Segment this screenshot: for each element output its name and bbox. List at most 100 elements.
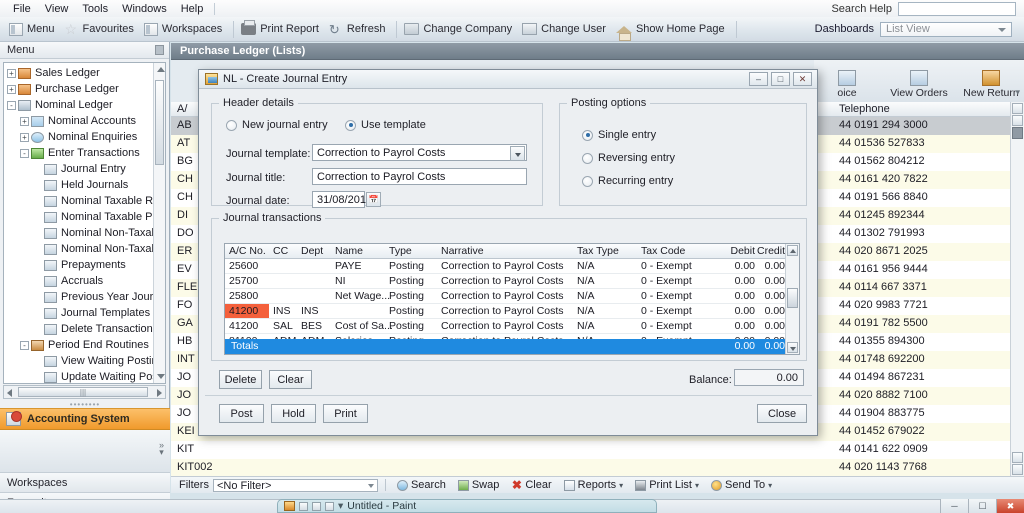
filter-action-print-list[interactable]: Print List ▾ (631, 479, 703, 491)
menu-item-windows[interactable]: Windows (115, 2, 174, 16)
expand-icon[interactable]: + (20, 116, 29, 126)
undo-icon[interactable] (312, 501, 321, 511)
filter-action-clear[interactable]: ✖ Clear (507, 479, 555, 492)
tree-item[interactable]: + Sales Ledger (4, 65, 156, 81)
filter-action-swap[interactable]: Swap (454, 479, 504, 491)
menu-item-tools[interactable]: Tools (75, 2, 115, 16)
column-header-taxcode[interactable]: Tax Code (641, 245, 685, 257)
filter-action-search[interactable]: Search (393, 479, 450, 491)
column-header-credit[interactable]: Credit (723, 245, 785, 257)
toolbar-favourites-button[interactable]: ☆ Favourites (62, 22, 141, 37)
journal-date-input[interactable]: 31/08/2010 (312, 191, 372, 208)
tree-item[interactable]: + Purchase Ledger (4, 81, 156, 97)
table-row[interactable]: KIT 44 0141 622 0909 (171, 441, 1024, 459)
scroll-thumb[interactable] (787, 288, 798, 308)
redo-icon[interactable] (325, 501, 334, 511)
scroll-down-icon[interactable] (1012, 464, 1023, 475)
tree-item[interactable]: Accruals (4, 273, 156, 289)
toolbar-print-report-button[interactable]: Print Report (238, 20, 326, 36)
journal-row[interactable]: 25600 PAYE Posting Correction to Payrol Cos… (225, 259, 799, 274)
toolbar-change-user-button[interactable]: Change User (519, 22, 613, 36)
tree-item[interactable]: Held Journals (4, 177, 156, 193)
toolbar-refresh-button[interactable]: ↻ Refresh (326, 22, 393, 37)
chevron-expand-icon[interactable]: » ▾ (159, 441, 164, 457)
tree-item[interactable]: + Nominal Enquiries (4, 129, 156, 145)
scroll-up-icon[interactable] (1012, 103, 1023, 114)
scroll-left-icon[interactable] (7, 389, 12, 397)
radio-reversing-entry[interactable]: Reversing entry (582, 152, 675, 164)
column-header-taxtype[interactable]: Tax Type (577, 245, 619, 257)
restore-button-bottom[interactable]: ☐ (968, 499, 996, 513)
post-button[interactable]: Post (219, 404, 264, 423)
close-button-bottom[interactable]: ✖ (996, 499, 1024, 513)
collapse-icon[interactable]: - (20, 340, 29, 350)
sidebar-item-workspaces[interactable]: Workspaces (0, 472, 170, 492)
column-header-acno[interactable]: A/C No. (229, 245, 266, 257)
dashboards-select[interactable]: List View (880, 21, 1012, 37)
radio-use-template[interactable]: Use template (345, 119, 426, 131)
pin-icon[interactable] (155, 45, 164, 55)
scroll-down-icon[interactable] (787, 342, 798, 353)
sidebar-item-accounting-system[interactable]: Accounting System (0, 408, 170, 430)
navigation-tree[interactable]: + Sales Ledger + Purchase Ledger - Nominal Le… (3, 62, 166, 384)
journal-row[interactable]: 25700 NI Posting Correction to Payrol Costs… (225, 274, 799, 289)
dialog-close-button[interactable]: Close (757, 404, 807, 423)
tree-item[interactable]: Delete Transactions and (4, 321, 165, 337)
hold-button[interactable]: Hold (271, 404, 316, 423)
filter-action-reports[interactable]: Reports ▾ (560, 479, 628, 491)
tree-horizontal-scrollbar[interactable]: ||| (3, 385, 166, 399)
column-header-name[interactable]: Name (335, 245, 363, 257)
toolbar-menu-button[interactable]: Menu (6, 22, 62, 37)
dialog-titlebar[interactable]: NL - Create Journal Entry – □ ✕ (199, 70, 817, 89)
radio-recurring-entry[interactable]: Recurring entry (582, 175, 673, 187)
menu-item-file[interactable]: File (6, 2, 38, 16)
tree-item[interactable]: View Waiting Postings (4, 353, 165, 369)
collapse-icon[interactable]: - (20, 148, 29, 158)
print-button[interactable]: Print (323, 404, 368, 423)
menu-item-help[interactable]: Help (174, 2, 211, 16)
customize-quick-access-icon[interactable]: ▾ (338, 500, 343, 512)
save-icon[interactable] (299, 501, 308, 511)
toolbar-change-company-button[interactable]: Change Company (401, 22, 519, 36)
scroll-thumb-horizontal[interactable]: ||| (18, 387, 148, 397)
minimize-button-bottom[interactable]: ─ (940, 499, 968, 513)
chevron-down-icon[interactable] (510, 146, 525, 161)
panel-resize-grip[interactable]: •••••••• (0, 401, 170, 409)
scroll-page-up-icon[interactable] (1012, 115, 1023, 126)
tree-item[interactable]: - Enter Transactions (4, 145, 156, 161)
delete-button[interactable]: Delete (219, 370, 262, 389)
toolbar-new-return-button[interactable]: New Return (961, 70, 1021, 99)
column-header-dept[interactable]: Dept (301, 245, 323, 257)
tree-item[interactable]: Nominal Taxable Paymen (4, 209, 165, 225)
supplier-list-scrollbar[interactable] (1010, 102, 1024, 476)
tree-item[interactable]: Nominal Non-Taxable Re (4, 225, 165, 241)
column-header-type[interactable]: Type (389, 245, 412, 257)
journal-grid-scrollbar[interactable] (785, 244, 799, 354)
scroll-right-icon[interactable] (157, 389, 162, 397)
journal-transactions-grid[interactable]: A/C No. CC Dept Name Type Narrative Tax … (224, 243, 800, 355)
column-header-cc[interactable]: CC (273, 245, 288, 257)
column-header-telephone[interactable]: Telephone (839, 103, 890, 115)
paint-window-titlebar[interactable]: ▾ Untitled - Paint (277, 499, 657, 513)
toolbar-new-invoice-button[interactable]: oice (817, 70, 877, 99)
tree-item[interactable]: Prepayments (4, 257, 156, 273)
tree-item[interactable]: Journal Templates (4, 305, 156, 321)
filter-select[interactable]: <No Filter> (212, 478, 378, 492)
tree-item[interactable]: Nominal Non-Taxable Pay (4, 241, 165, 257)
tree-item[interactable]: Nominal Taxable Receipt (4, 193, 165, 209)
radio-single-entry[interactable]: Single entry (582, 129, 656, 141)
journal-template-combo[interactable]: Correction to Payrol Costs (312, 144, 527, 161)
filter-action-send-to[interactable]: Send To ▾ (707, 479, 776, 491)
journal-row[interactable]: 25800 Net Wage... Posting Correction to Pay… (225, 289, 799, 304)
column-header-account[interactable]: A/ (177, 103, 187, 115)
journal-title-input[interactable]: Correction to Payrol Costs (312, 168, 527, 185)
scroll-thumb[interactable] (1012, 127, 1023, 139)
toolbar-overflow-icon[interactable]: ▾ (1015, 87, 1020, 98)
journal-row[interactable]: 41200 INS INS Posting Correction to Payrol C… (225, 304, 799, 319)
column-header-narrative[interactable]: Narrative (441, 245, 484, 257)
toolbar-workspaces-button[interactable]: Workspaces (141, 22, 229, 37)
tree-item[interactable]: Update Waiting Postings (4, 369, 165, 383)
minimize-button[interactable]: – (749, 72, 768, 86)
expand-icon[interactable]: + (20, 132, 29, 142)
tree-item[interactable]: + Nominal Accounts (4, 113, 156, 129)
